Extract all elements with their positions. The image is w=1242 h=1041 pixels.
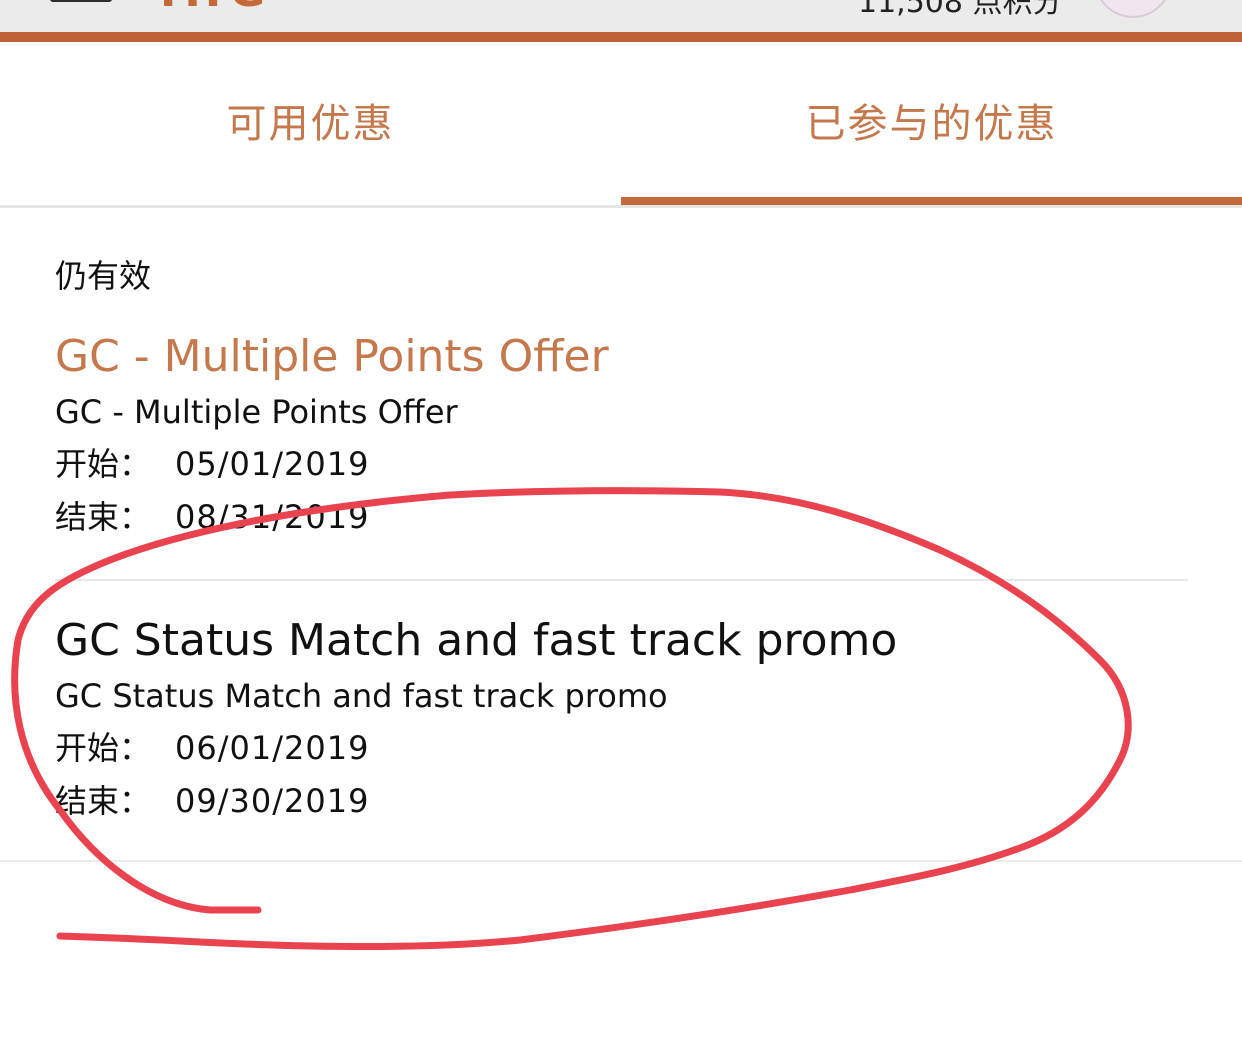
- end-date: 08/31/2019: [175, 498, 370, 536]
- avatar[interactable]: [1094, 0, 1172, 18]
- end-label: 结束：: [55, 498, 152, 536]
- offer-title: GC Status Match and fast track promo: [55, 615, 898, 666]
- start-date: 06/01/2019: [175, 729, 370, 767]
- menu-icon[interactable]: [50, 0, 112, 2]
- brand-logo[interactable]: IHG: [160, 0, 273, 14]
- offer-start-row: 开始： 06/01/2019: [55, 722, 1188, 775]
- offer-end-row: 结束： 09/30/2019: [55, 775, 1188, 828]
- offer-description: GC - Multiple Points Offer: [55, 393, 458, 431]
- active-tab-indicator: [621, 197, 1242, 205]
- list-divider: [0, 860, 1242, 862]
- offer-description: GC Status Match and fast track promo: [55, 677, 668, 715]
- top-bar: IHG 11,508 点积分: [0, 0, 1242, 32]
- offer-end-row: 结束： 08/31/2019: [55, 491, 1188, 544]
- end-date: 09/30/2019: [175, 782, 370, 820]
- tab-joined-offers[interactable]: 已参与的优惠: [621, 42, 1242, 205]
- points-balance: 11,508 点积分: [858, 0, 1063, 20]
- tab-available-offers[interactable]: 可用优惠: [0, 42, 621, 205]
- offer-card: GC Status Match and fast track promo GC …: [55, 612, 1188, 828]
- offer-title-link[interactable]: GC - Multiple Points Offer: [55, 328, 1188, 386]
- accent-bar: [0, 32, 1242, 42]
- end-label: 结束：: [55, 782, 152, 820]
- offer-start-row: 开始： 05/01/2019: [55, 438, 1188, 491]
- offer-tabs: 可用优惠 已参与的优惠: [0, 42, 1242, 208]
- offer-card: GC - Multiple Points Offer GC - Multiple…: [55, 328, 1188, 581]
- section-label-still-valid: 仍有效: [55, 257, 152, 295]
- start-label: 开始：: [55, 729, 152, 767]
- start-label: 开始：: [55, 445, 152, 483]
- start-date: 05/01/2019: [175, 445, 370, 483]
- offers-screen: IHG 11,508 点积分 可用优惠 已参与的优惠 仍有效 GC - Mult…: [0, 0, 1242, 1041]
